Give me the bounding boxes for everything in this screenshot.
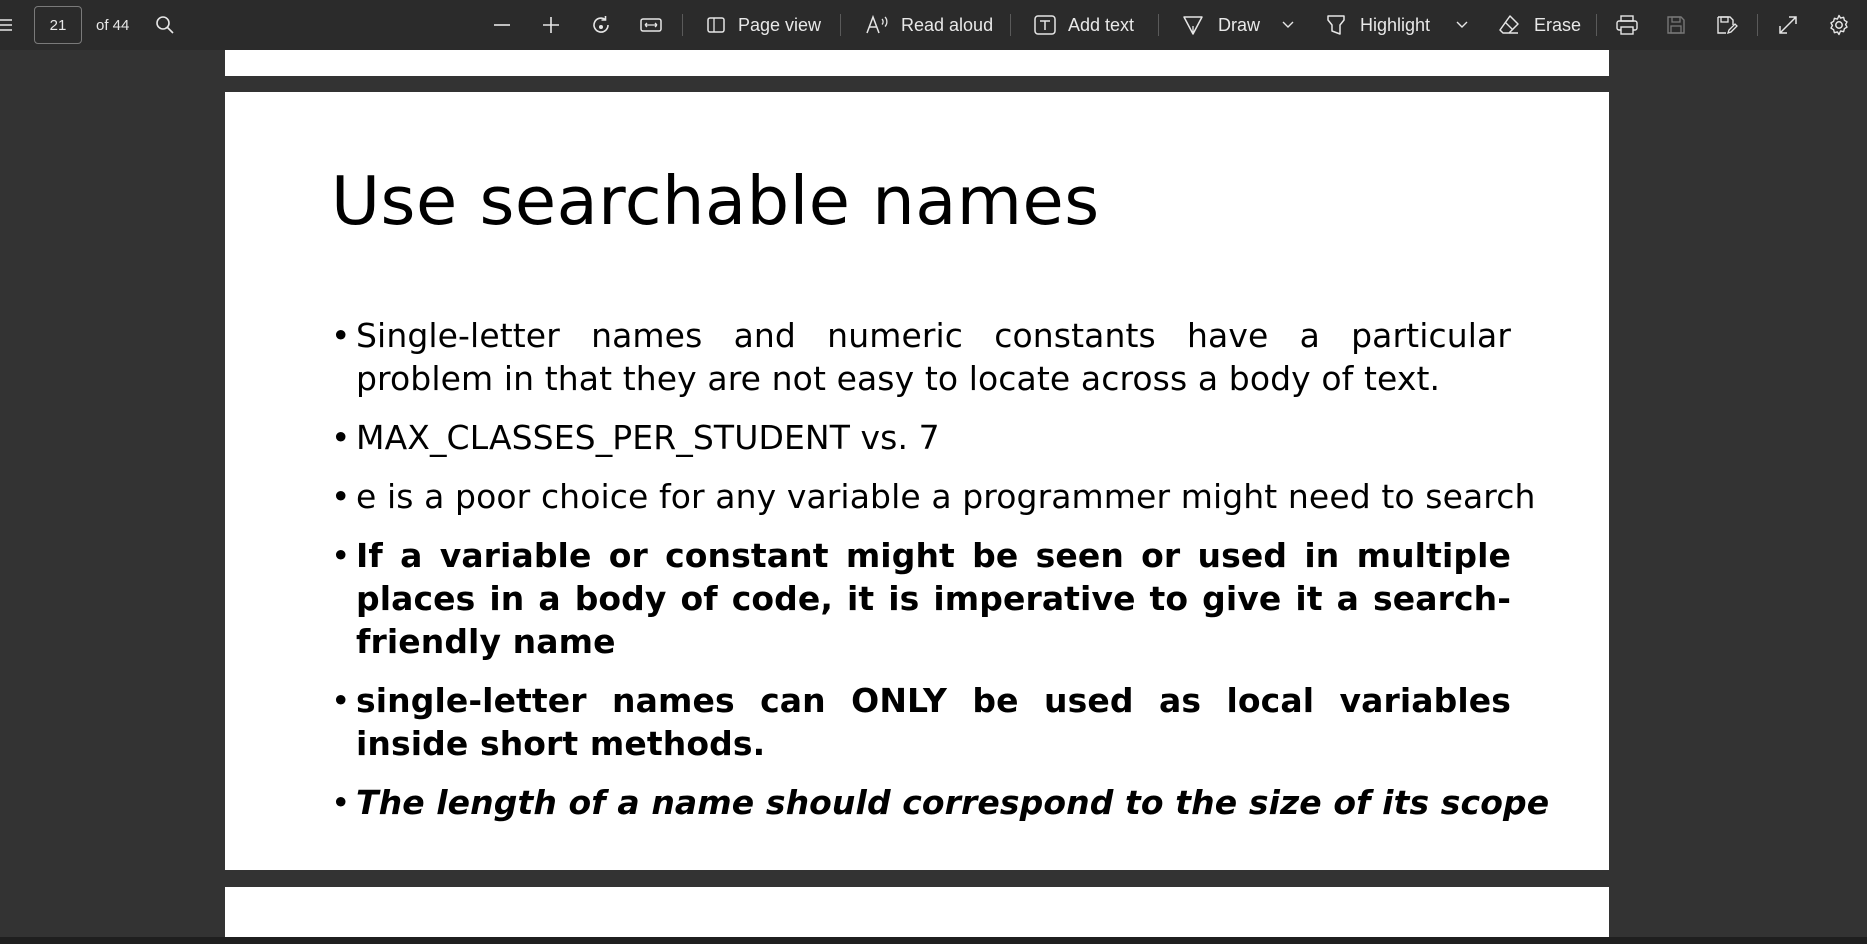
bullet-item: Single-letter names and numeric constant… (331, 314, 1511, 400)
chevron-down-icon (1456, 21, 1468, 29)
current-page-value: 21 (49, 16, 67, 34)
zoom-in-button[interactable] (541, 0, 561, 50)
save-icon (1666, 15, 1686, 35)
highlight-label: Highlight (1360, 14, 1431, 35)
highlighter-icon (1326, 14, 1346, 36)
zoom-out-button[interactable] (492, 0, 512, 50)
pdf-toolbar: 21 of 44 Page view Read aloud Add text D… (0, 0, 1867, 50)
highlight-options-dropdown[interactable] (1456, 0, 1468, 50)
save-as-icon (1716, 15, 1738, 35)
chevron-down-icon (1282, 21, 1294, 29)
page-number-input[interactable]: 21 (34, 6, 82, 44)
next-page (225, 887, 1609, 937)
hamburger-icon[interactable] (0, 0, 14, 50)
toolbar-divider (1158, 14, 1159, 36)
taskbar-edge (0, 937, 1867, 944)
slide-title: Use searchable names (331, 162, 1100, 240)
search-icon[interactable] (155, 0, 175, 50)
read-aloud-button[interactable]: Read aloud (865, 0, 993, 50)
read-aloud-icon (865, 15, 889, 35)
draw-label: Draw (1218, 14, 1261, 35)
erase-button[interactable]: Erase (1498, 0, 1581, 50)
save-button[interactable] (1666, 0, 1686, 50)
add-text-button[interactable]: Add text (1034, 0, 1134, 50)
rotate-button[interactable] (590, 0, 612, 50)
plus-icon (541, 15, 561, 35)
eraser-icon (1498, 14, 1520, 36)
gear-icon (1828, 14, 1850, 36)
draw-pen-icon (1182, 14, 1204, 36)
text-box-icon (1034, 15, 1056, 35)
toolbar-divider (1596, 14, 1597, 36)
expand-icon (1778, 15, 1798, 35)
draw-options-dropdown[interactable] (1282, 0, 1294, 50)
printer-icon (1616, 15, 1638, 35)
bullet-item: The length of a name should correspond t… (331, 781, 1549, 824)
toolbar-divider (840, 14, 841, 36)
fit-width-icon (640, 16, 662, 34)
toolbar-divider (682, 14, 683, 36)
page-view-label: Page view (738, 14, 822, 35)
bullet-item: single-letter names can ONLY be used as … (331, 679, 1511, 765)
save-as-button[interactable] (1716, 0, 1738, 50)
print-button[interactable] (1616, 0, 1638, 50)
rotate-icon (590, 14, 612, 36)
erase-label: Erase (1534, 14, 1582, 35)
page-view-icon (706, 15, 726, 35)
draw-button[interactable]: Draw (1182, 0, 1260, 50)
fullscreen-button[interactable] (1778, 0, 1798, 50)
add-text-label: Add text (1068, 14, 1135, 35)
page-count-label: of 44 (96, 16, 130, 34)
highlight-button[interactable]: Highlight (1326, 0, 1430, 50)
minus-icon (492, 15, 512, 35)
read-aloud-label: Read aloud (901, 14, 994, 35)
settings-button[interactable] (1828, 0, 1850, 50)
current-page: Use searchable names Single-letter names… (225, 92, 1609, 870)
fit-width-button[interactable] (640, 0, 662, 50)
bullet-item: If a variable or constant might be seen … (331, 534, 1511, 663)
toolbar-divider (1010, 14, 1011, 36)
bullet-item: e is a poor choice for any variable a pr… (331, 475, 1535, 518)
page-view-button[interactable]: Page view (706, 0, 821, 50)
toolbar-divider (1757, 14, 1758, 36)
bullet-list: Single-letter names and numeric constant… (331, 314, 1549, 840)
previous-page (225, 50, 1609, 76)
bullet-item: MAX_CLASSES_PER_STUDENT vs. 7 (331, 416, 1511, 459)
